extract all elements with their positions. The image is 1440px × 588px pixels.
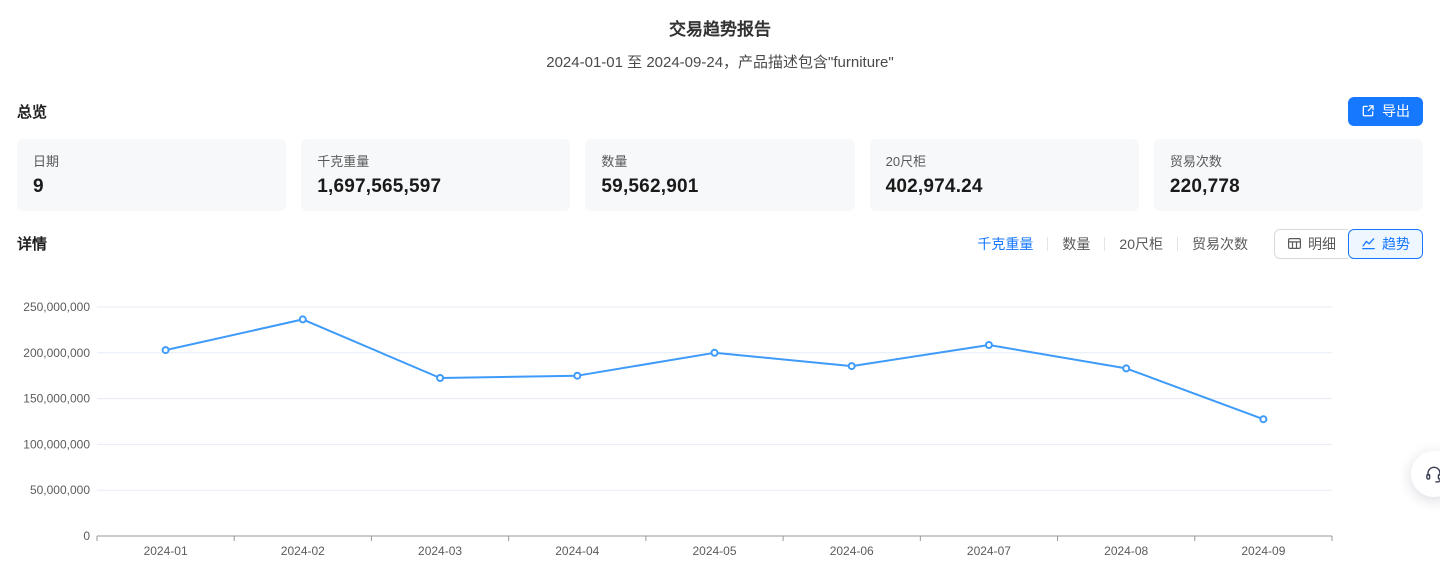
data-point[interactable] [712,350,718,356]
data-point[interactable] [1123,365,1129,371]
data-point[interactable] [986,342,992,348]
tab-divider [1177,237,1178,251]
export-button-label: 导出 [1382,101,1410,121]
tab-divider [1047,237,1048,251]
y-axis-label: 150,000,000 [23,392,90,406]
x-axis-label: 2024-04 [555,544,599,558]
x-axis-label: 2024-06 [830,544,874,558]
data-point[interactable] [300,316,306,322]
metric-tab-teu[interactable]: 20尺柜 [1119,234,1163,254]
export-button[interactable]: 导出 [1348,97,1423,126]
trend-view-label: 趋势 [1382,234,1410,254]
detail-view-button[interactable]: 明细 [1274,229,1348,259]
detail-view-label: 明细 [1308,234,1336,254]
report-page: 交易趋势报告 2024-01-01 至 2024-09-24，产品描述包含"fu… [0,0,1440,259]
export-icon [1361,104,1375,118]
y-axis-label: 250,000,000 [23,300,90,314]
stat-card-label: 20尺柜 [886,151,1123,170]
stat-card-label: 日期 [33,151,270,170]
stat-card-value: 59,562,901 [601,176,838,198]
x-axis-label: 2024-03 [418,544,462,558]
x-axis-label: 2024-09 [1241,544,1285,558]
x-axis-label: 2024-02 [281,544,325,558]
x-axis-label: 2024-08 [1104,544,1148,558]
details-section-title: 详情 [17,233,47,254]
stat-card-date: 日期 9 [17,139,286,211]
stat-card-label: 贸易次数 [1170,151,1407,170]
trend-line-chart-svg: 0 50,000,000 100,000,000 150,000,000 200,000… [0,280,1440,580]
trend-line [166,319,1264,419]
stat-card-value: 402,974.24 [886,176,1123,198]
stat-card-value: 1,697,565,597 [317,176,554,198]
trend-chart[interactable]: 0 50,000,000 100,000,000 150,000,000 200,000… [0,280,1440,580]
stat-cards: 日期 9 千克重量 1,697,565,597 数量 59,562,901 20… [0,139,1440,211]
data-point[interactable] [163,347,169,353]
y-axis-label: 200,000,000 [23,346,90,360]
data-point[interactable] [574,373,580,379]
line-chart-icon [1361,236,1376,251]
stat-card-value: 220,778 [1170,176,1407,198]
view-toggle: 明细 趋势 [1274,229,1423,259]
x-axis-label: 2024-05 [692,544,736,558]
stat-card-quantity: 数量 59,562,901 [585,139,854,211]
y-axis-label: 100,000,000 [23,437,90,451]
headset-icon [1424,464,1440,484]
metric-tab-trades[interactable]: 贸易次数 [1192,234,1248,254]
y-axis-label: 50,000,000 [30,483,90,497]
overview-section-title: 总览 [17,101,47,122]
details-controls: 千克重量 数量 20尺柜 贸易次数 明细 [977,229,1423,259]
table-icon [1287,236,1302,251]
data-point[interactable] [437,375,443,381]
x-axis-label: 2024-07 [967,544,1011,558]
metric-tab-weight[interactable]: 千克重量 [977,234,1033,254]
stat-card-value: 9 [33,176,270,198]
details-section-header: 详情 千克重量 数量 20尺柜 贸易次数 [0,228,1440,259]
stat-card-label: 千克重量 [317,151,554,170]
overview-section-header: 总览 导出 [0,96,1440,126]
y-axis-label: 0 [83,529,90,543]
data-point[interactable] [849,363,855,369]
stat-card-trades: 贸易次数 220,778 [1154,139,1423,211]
data-point[interactable] [1260,416,1266,422]
metric-tabs: 千克重量 数量 20尺柜 贸易次数 [977,234,1248,254]
stat-card-teu: 20尺柜 402,974.24 [870,139,1139,211]
trend-view-button[interactable]: 趋势 [1348,229,1423,259]
x-axis-label: 2024-01 [144,544,188,558]
metric-tab-quantity[interactable]: 数量 [1062,234,1090,254]
report-header: 交易趋势报告 2024-01-01 至 2024-09-24，产品描述包含"fu… [0,0,1440,72]
page-title: 交易趋势报告 [0,15,1440,40]
stat-card-weight: 千克重量 1,697,565,597 [301,139,570,211]
stat-card-label: 数量 [601,151,838,170]
tab-divider [1104,237,1105,251]
page-subtitle: 2024-01-01 至 2024-09-24，产品描述包含"furniture… [0,51,1440,72]
